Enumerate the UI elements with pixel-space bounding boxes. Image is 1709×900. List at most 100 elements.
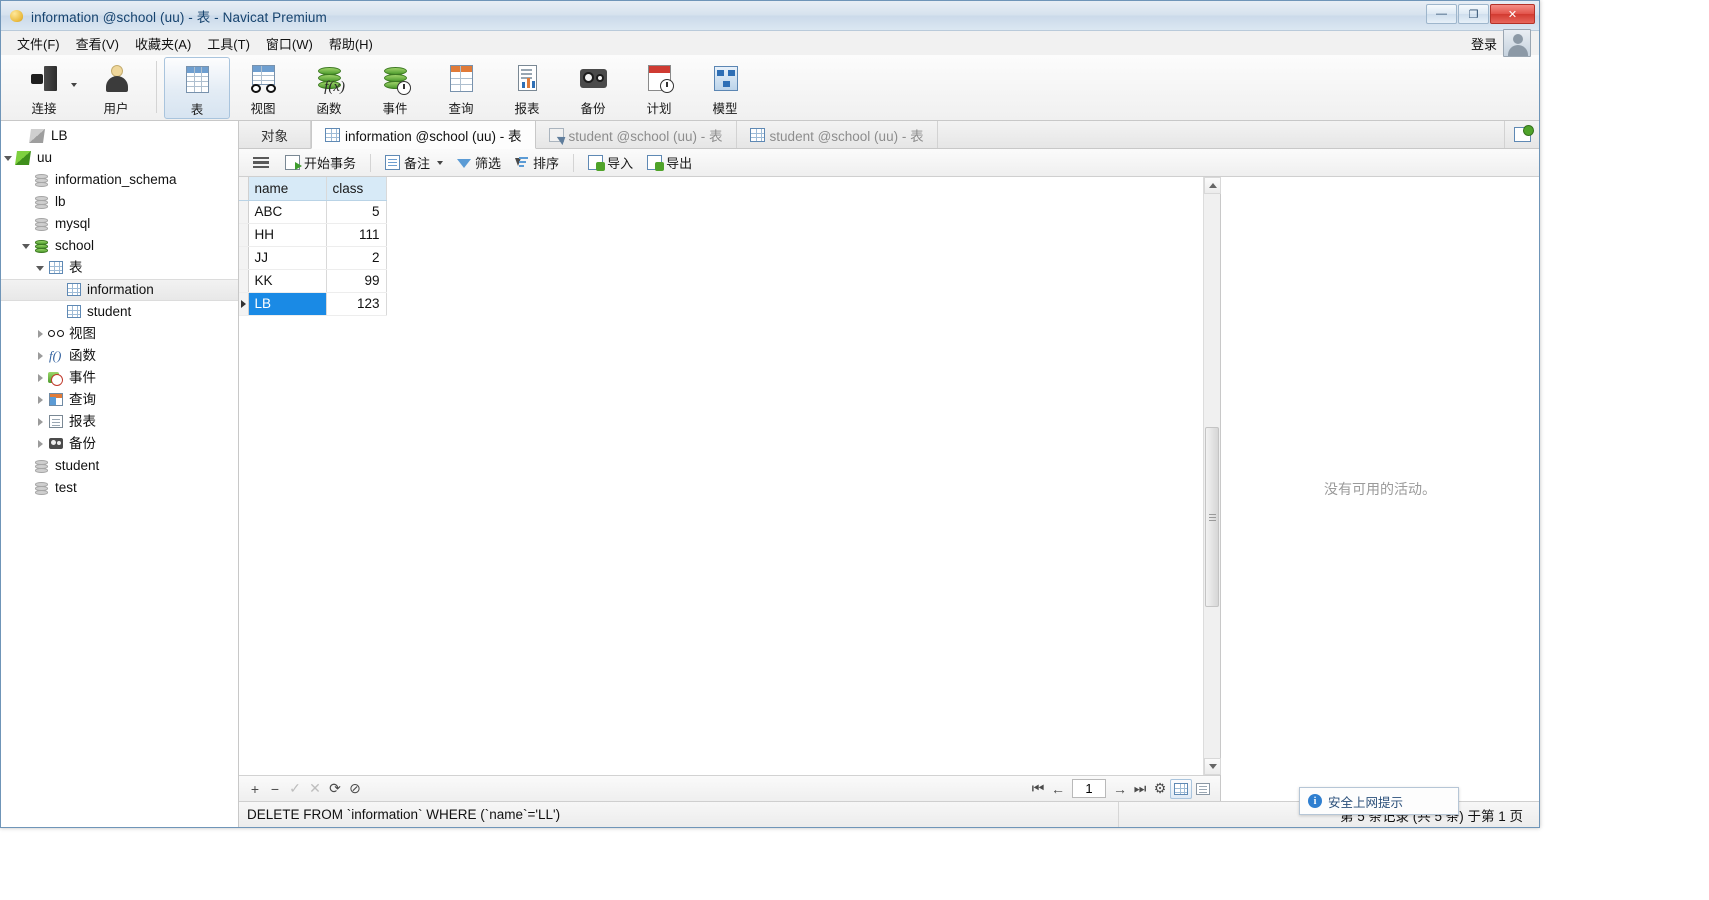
cell-name[interactable]: HH: [248, 223, 327, 247]
sidebar-item-student-table[interactable]: student: [1, 301, 238, 323]
menu-view[interactable]: 查看(V): [68, 32, 127, 55]
cell-class[interactable]: 5: [326, 200, 387, 224]
sidebar-item-queries-folder[interactable]: 查询: [1, 389, 238, 411]
tab-objects[interactable]: 对象: [239, 121, 311, 148]
login-link[interactable]: 登录: [1471, 34, 1497, 53]
data-grid[interactable]: name class ABC 5 HH 111 JJ 2 KK 99 LB 12…: [239, 177, 387, 316]
page-number-input[interactable]: 1: [1072, 779, 1106, 798]
cell-name[interactable]: KK: [248, 269, 327, 293]
import-button[interactable]: 导入: [582, 151, 639, 174]
grid-view-button[interactable]: [1170, 778, 1192, 799]
scroll-down-button[interactable]: [1204, 758, 1221, 775]
toolbar-connection-button[interactable]: 连接: [11, 57, 77, 119]
security-toast[interactable]: i 安全上网提示: [1299, 787, 1459, 815]
twisty-open-icon[interactable]: [33, 257, 47, 279]
twisty-closed-icon[interactable]: [33, 389, 47, 411]
toolbar-table-button[interactable]: 表: [164, 57, 230, 119]
cell-class[interactable]: 2: [326, 246, 387, 270]
toolbar-query-button[interactable]: 查询: [428, 57, 494, 119]
sidebar-item-information-table[interactable]: information: [1, 279, 238, 301]
sidebar-item-functions-folder[interactable]: f() 函数: [1, 345, 238, 367]
column-header-name[interactable]: name: [248, 177, 327, 201]
scroll-up-button[interactable]: [1204, 177, 1221, 194]
sidebar-item-views-folder[interactable]: 视图: [1, 323, 238, 345]
cell-name[interactable]: JJ: [248, 246, 327, 270]
last-page-button[interactable]: ⏭: [1130, 779, 1150, 799]
cell-name[interactable]: LB: [248, 292, 327, 316]
toolbar-function-button[interactable]: f(x) 函数: [296, 57, 362, 119]
sidebar-item-mysql[interactable]: mysql: [1, 213, 238, 235]
cell-class[interactable]: 123: [326, 292, 387, 316]
form-view-button[interactable]: [1192, 779, 1214, 799]
sidebar-item-school[interactable]: school: [1, 235, 238, 257]
sidebar-item-tables-folder[interactable]: 表: [1, 257, 238, 279]
table-row[interactable]: KK 99: [239, 269, 387, 293]
previous-page-button[interactable]: ←: [1048, 779, 1068, 799]
sort-button[interactable]: 排序: [509, 151, 565, 174]
next-page-button[interactable]: →: [1110, 779, 1130, 799]
close-button[interactable]: ✕: [1490, 4, 1535, 24]
toolbar-view-button[interactable]: 视图: [230, 57, 296, 119]
cancel-changes-button[interactable]: ✕: [305, 779, 325, 799]
grid-settings-button[interactable]: ⚙: [1150, 779, 1170, 799]
refresh-button[interactable]: ⟳: [325, 779, 345, 799]
delete-record-button[interactable]: −: [265, 779, 285, 799]
twisty-closed-icon[interactable]: [33, 367, 47, 389]
chevron-down-icon[interactable]: [71, 83, 77, 87]
twisty-closed-icon[interactable]: [33, 411, 47, 433]
toolbar-report-button[interactable]: 报表: [494, 57, 560, 119]
table-row[interactable]: ABC 5: [239, 200, 387, 224]
sidebar-item-information-schema[interactable]: information_schema: [1, 169, 238, 191]
sidebar-item-test-database[interactable]: test: [1, 477, 238, 499]
sidebar-item-lb-connection[interactable]: LB: [1, 125, 238, 147]
tab-student-query[interactable]: student @school (uu) - 表: [536, 121, 737, 148]
sidebar-item-backups-folder[interactable]: 备份: [1, 433, 238, 455]
sidebar-item-reports-folder[interactable]: 报表: [1, 411, 238, 433]
column-header-class[interactable]: class: [326, 177, 387, 201]
cell-class[interactable]: 111: [326, 223, 387, 247]
first-page-button[interactable]: ⏮: [1028, 779, 1048, 799]
twisty-closed-icon[interactable]: [33, 323, 47, 345]
table-row-selected[interactable]: LB 123: [239, 292, 387, 316]
menu-tools[interactable]: 工具(T): [199, 32, 258, 55]
add-record-button[interactable]: +: [245, 779, 265, 799]
begin-transaction-button[interactable]: 开始事务: [279, 151, 362, 174]
cell-name[interactable]: ABC: [248, 200, 327, 224]
table-row[interactable]: JJ 2: [239, 246, 387, 270]
toolbar-model-button[interactable]: 模型: [692, 57, 758, 119]
twisty-closed-icon[interactable]: [33, 345, 47, 367]
apply-changes-button[interactable]: ✓: [285, 779, 305, 799]
hamburger-menu-icon[interactable]: [253, 156, 269, 169]
sidebar-item-student-database[interactable]: student: [1, 455, 238, 477]
menu-help[interactable]: 帮助(H): [321, 32, 381, 55]
note-button[interactable]: 备注: [379, 151, 449, 174]
toolbar-backup-button[interactable]: 备份: [560, 57, 626, 119]
twisty-open-icon[interactable]: [1, 147, 15, 169]
grid-vertical-scrollbar[interactable]: [1203, 177, 1221, 775]
menu-favorites[interactable]: 收藏夹(A): [127, 32, 199, 55]
grid-area[interactable]: name class ABC 5 HH 111 JJ 2 KK 99 LB 12…: [239, 177, 1203, 775]
filter-button[interactable]: 筛选: [451, 151, 507, 174]
menu-file[interactable]: 文件(F): [9, 32, 68, 55]
object-tree-sidebar[interactable]: LB uu information_schema lb mysql school…: [1, 121, 239, 827]
tab-information-table[interactable]: information @school (uu) - 表: [311, 121, 536, 149]
twisty-closed-icon[interactable]: [33, 433, 47, 455]
maximize-button[interactable]: ❐: [1458, 4, 1489, 24]
table-row[interactable]: HH 111: [239, 223, 387, 247]
sidebar-item-events-folder[interactable]: 事件: [1, 367, 238, 389]
toolbar-event-button[interactable]: 事件: [362, 57, 428, 119]
toolbar-schedule-button[interactable]: 计划: [626, 57, 692, 119]
chevron-down-icon[interactable]: [437, 160, 444, 165]
user-avatar-icon[interactable]: [1503, 29, 1531, 57]
new-table-button[interactable]: [1505, 121, 1539, 148]
sidebar-item-lb-database[interactable]: lb: [1, 191, 238, 213]
scroll-thumb[interactable]: [1205, 427, 1219, 607]
export-button[interactable]: 导出: [641, 151, 698, 174]
toolbar-user-button[interactable]: 用户: [83, 57, 149, 119]
sidebar-item-uu-connection[interactable]: uu: [1, 147, 238, 169]
stop-button[interactable]: ⊘: [345, 779, 365, 799]
tab-student-table[interactable]: student @school (uu) - 表: [737, 121, 938, 148]
cell-class[interactable]: 99: [326, 269, 387, 293]
menu-window[interactable]: 窗口(W): [258, 32, 321, 55]
minimize-button[interactable]: —: [1426, 4, 1457, 24]
